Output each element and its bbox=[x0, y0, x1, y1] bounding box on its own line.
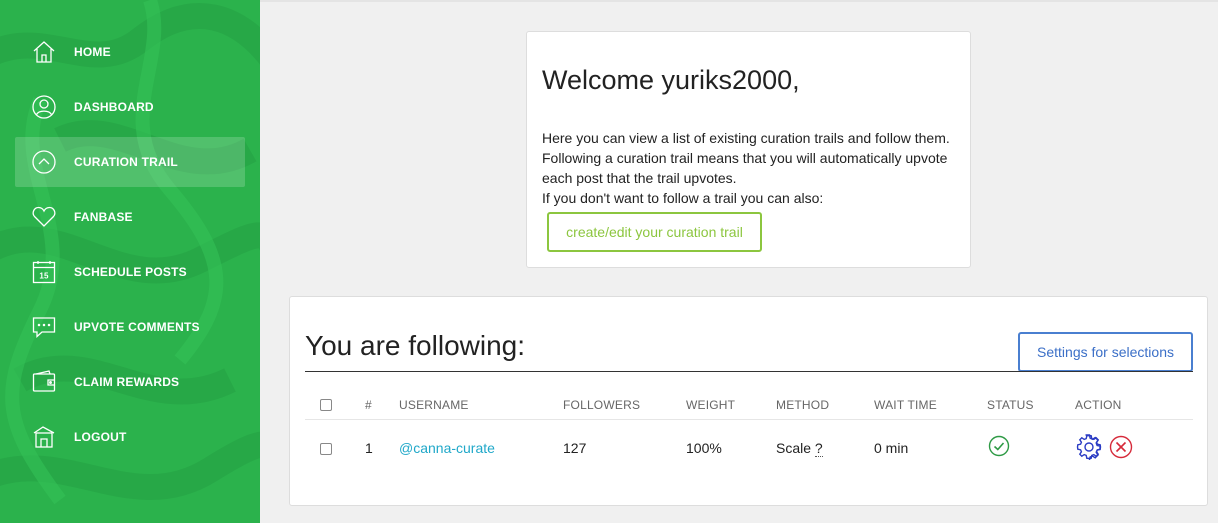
sidebar-item-curation-trail[interactable]: CURATION TRAIL bbox=[15, 137, 245, 187]
top-divider bbox=[260, 0, 1218, 2]
row-checkbox[interactable] bbox=[320, 443, 332, 455]
column-header-followers[interactable]: FOLLOWERS bbox=[563, 398, 640, 412]
welcome-line: Here you can view a list of existing cur… bbox=[542, 130, 950, 146]
sidebar-item-label: CURATION TRAIL bbox=[74, 155, 178, 169]
method-help-tooltip[interactable]: ? bbox=[814, 440, 823, 457]
column-header-weight[interactable]: WEIGHT bbox=[686, 398, 735, 412]
logout-icon bbox=[14, 423, 74, 451]
column-header-status[interactable]: STATUS bbox=[987, 398, 1034, 412]
check-circle-icon bbox=[988, 435, 1010, 457]
sidebar-item-label: FANBASE bbox=[74, 210, 133, 224]
sidebar-item-label: UPVOTE COMMENTS bbox=[74, 320, 200, 334]
sidebar-item-label: DASHBOARD bbox=[74, 100, 154, 114]
header-separator bbox=[305, 419, 1193, 420]
calendar-icon: 15 bbox=[14, 258, 74, 286]
sidebar-item-claim-rewards[interactable]: CLAIM REWARDS bbox=[15, 357, 245, 407]
column-header-method[interactable]: METHOD bbox=[776, 398, 829, 412]
welcome-card: Welcome yuriks2000, Here you can view a … bbox=[526, 31, 971, 268]
wait-time-value: 0 min bbox=[874, 440, 909, 456]
sidebar-item-schedule-posts[interactable]: 15 SCHEDULE POSTS bbox=[15, 247, 245, 297]
following-title: You are following: bbox=[305, 330, 526, 361]
column-header-number: # bbox=[365, 398, 372, 412]
welcome-title: Welcome yuriks2000, bbox=[542, 65, 800, 95]
title-underline bbox=[305, 371, 1193, 372]
sidebar-item-home[interactable]: HOME bbox=[15, 27, 245, 77]
weight-value: 100% bbox=[686, 440, 722, 456]
sidebar-item-label: CLAIM REWARDS bbox=[74, 375, 180, 389]
sidebar-item-fanbase[interactable]: FANBASE bbox=[15, 192, 245, 242]
welcome-line: If you don't want to follow a trail you … bbox=[542, 190, 824, 206]
create-edit-trail-button[interactable]: create/edit your curation trail bbox=[547, 212, 762, 252]
select-all-checkbox[interactable] bbox=[320, 399, 332, 411]
user-circle-icon bbox=[14, 93, 74, 121]
welcome-text: Here you can view a list of existing cur… bbox=[542, 128, 962, 208]
sidebar: HOME DASHBOARD CURATION TRAIL FANBASE 15… bbox=[0, 0, 260, 523]
welcome-line: Following a curation trail means that yo… bbox=[542, 150, 948, 166]
method-value: Scale bbox=[776, 440, 812, 456]
row-number: 1 bbox=[365, 440, 373, 456]
column-header-action: ACTION bbox=[1075, 398, 1122, 412]
welcome-line: each post that the trail upvotes. bbox=[542, 170, 737, 186]
column-header-username[interactable]: USERNAME bbox=[399, 398, 469, 412]
sidebar-item-label: HOME bbox=[74, 45, 111, 59]
settings-for-selections-button[interactable]: Settings for selections bbox=[1018, 332, 1193, 372]
method-cell: Scale ? bbox=[776, 440, 823, 457]
wallet-icon bbox=[14, 368, 74, 396]
sidebar-item-label: LOGOUT bbox=[74, 430, 127, 444]
sidebar-item-upvote-comments[interactable]: UPVOTE COMMENTS bbox=[15, 302, 245, 352]
sidebar-item-dashboard[interactable]: DASHBOARD bbox=[15, 82, 245, 132]
gear-icon[interactable] bbox=[1076, 434, 1102, 460]
svg-text:15: 15 bbox=[39, 272, 49, 281]
sidebar-item-label: SCHEDULE POSTS bbox=[74, 265, 187, 279]
remove-icon[interactable] bbox=[1109, 435, 1133, 459]
username-link[interactable]: @canna-curate bbox=[399, 440, 495, 456]
home-icon bbox=[14, 38, 74, 66]
heart-icon bbox=[14, 203, 74, 231]
sidebar-item-logout[interactable]: LOGOUT bbox=[15, 412, 245, 462]
column-header-wait-time[interactable]: WAIT TIME bbox=[874, 398, 937, 412]
followers-count: 127 bbox=[563, 440, 587, 456]
chevron-up-circle-icon bbox=[14, 148, 74, 176]
comment-icon bbox=[14, 313, 74, 341]
following-card: You are following: Settings for selectio… bbox=[289, 296, 1208, 506]
